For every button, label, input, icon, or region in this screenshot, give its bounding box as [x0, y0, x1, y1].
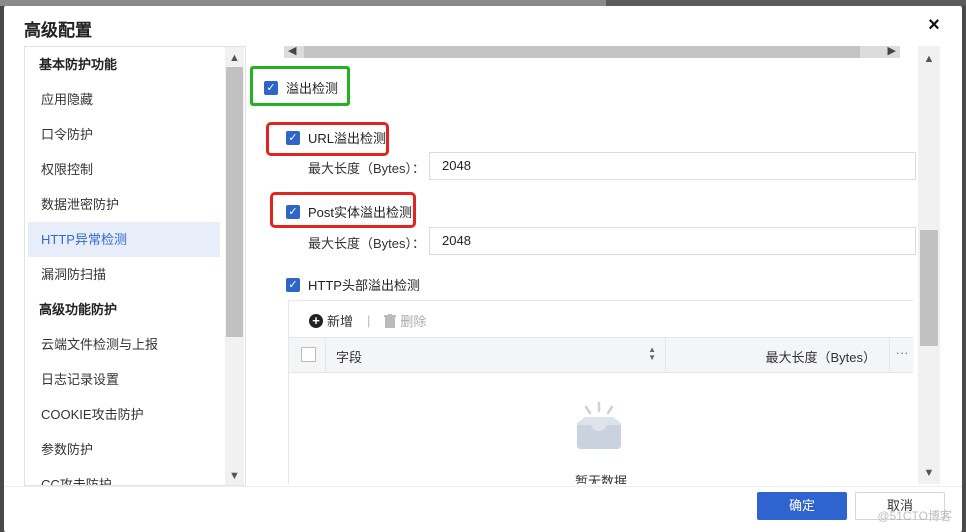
column-max-length-label: 最大长度（Bytes）: [765, 350, 876, 365]
sidebar-item-cookie[interactable]: COOKIE攻击防护: [25, 397, 223, 432]
sort-icon[interactable]: ▲ ▼: [648, 346, 656, 362]
horizontal-scrollbar[interactable]: ◀ ▶: [284, 46, 900, 58]
sidebar-group-basic: 基本防护功能: [39, 57, 118, 72]
sidebar-item-log[interactable]: 日志记录设置: [25, 362, 223, 397]
post-check-row[interactable]: ✓ Post实体溢出检测: [286, 202, 412, 221]
post-max-length-label: 最大长度（Bytes）：: [308, 236, 426, 251]
main-panel: ◀ ▶ ✓ 溢出检测 ✓ URL溢出检测 最大长度（Bytes）： 2048 ✓…: [246, 46, 916, 484]
scroll-up-icon[interactable]: ▲: [225, 49, 244, 67]
sidebar-scroll-thumb[interactable]: [226, 67, 243, 337]
scroll-down-icon[interactable]: ▼: [918, 464, 940, 482]
add-button[interactable]: 新增: [327, 311, 353, 330]
horizontal-scroll-thumb[interactable]: [304, 46, 860, 58]
sidebar-item-password[interactable]: 口令防护: [25, 117, 223, 152]
sidebar-item-param[interactable]: 参数防护: [25, 432, 223, 467]
dialog-title: 高级配置: [24, 21, 92, 40]
table-toolbar: + 新增 | 删除: [309, 311, 426, 330]
checkbox-checked-icon[interactable]: ✓: [264, 80, 278, 95]
table-header: 字段 ▲ ▼ 最大长度（Bytes） ···: [289, 337, 913, 373]
column-field-label: 字段: [336, 350, 363, 365]
header-check-row[interactable]: ✓ HTTP头部溢出检测: [286, 275, 420, 294]
post-max-length-input[interactable]: 2048: [429, 227, 916, 255]
sidebar-list: 基本防护功能 应用隐藏 口令防护 权限控制 数据泄密防护 HTTP异常检测 漏洞…: [25, 47, 223, 485]
sidebar-item-cloud-file[interactable]: 云端文件检测与上报: [25, 327, 223, 362]
url-check-row[interactable]: ✓ URL溢出检测: [286, 128, 386, 147]
trash-icon: [384, 313, 397, 328]
ok-button[interactable]: 确定: [757, 492, 847, 520]
url-check-label: URL溢出检测: [308, 131, 387, 146]
add-icon[interactable]: +: [309, 313, 323, 328]
sidebar-item-app-hide[interactable]: 应用隐藏: [25, 82, 223, 117]
checkbox-checked-icon[interactable]: ✓: [286, 277, 300, 292]
column-field[interactable]: 字段 ▲ ▼: [325, 338, 666, 372]
empty-inbox-icon: [577, 401, 621, 449]
sidebar-item-vuln-scan[interactable]: 漏洞防扫描: [25, 257, 223, 292]
checkbox-checked-icon[interactable]: ✓: [286, 130, 300, 145]
select-all-checkbox[interactable]: [301, 347, 316, 362]
header-rules-table: + 新增 | 删除 字段 ▲ ▼ 最大长度（Bytes） ··· 暂无数据: [288, 300, 913, 484]
column-max-length: 最大长度（Bytes）: [665, 338, 890, 372]
post-check-label: Post实体溢出检测: [308, 205, 413, 220]
advanced-config-dialog: 高级配置 × 基本防护功能 应用隐藏 口令防护 权限控制 数据泄密防护 HTTP…: [4, 6, 962, 532]
main-scroll-thumb[interactable]: [920, 230, 938, 346]
sidebar-item-cc[interactable]: CC攻击防护: [25, 467, 223, 485]
column-more-icon[interactable]: ···: [889, 338, 914, 372]
header-check-label: HTTP头部溢出检测: [308, 278, 420, 293]
url-max-length-input[interactable]: 2048: [429, 152, 916, 180]
sidebar-scrollbar[interactable]: ▲ ▼: [225, 47, 244, 485]
scroll-down-icon[interactable]: ▼: [225, 467, 244, 485]
scroll-left-icon[interactable]: ◀: [288, 46, 296, 57]
main-scrollbar[interactable]: ▲ ▼: [918, 46, 940, 484]
overflow-check-label: 溢出检测: [286, 81, 339, 96]
scroll-right-icon[interactable]: ▶: [888, 46, 896, 57]
delete-button[interactable]: 删除: [400, 311, 426, 330]
sidebar-group-advanced: 高级功能防护: [39, 302, 118, 317]
sidebar-item-data-leak[interactable]: 数据泄密防护: [25, 187, 223, 222]
sidebar-item-http-anomaly[interactable]: HTTP异常检测: [28, 222, 220, 257]
empty-state-text: 暂无数据: [574, 474, 627, 484]
scroll-up-icon[interactable]: ▲: [918, 50, 940, 68]
checkbox-checked-icon[interactable]: ✓: [286, 204, 300, 219]
close-icon[interactable]: ×: [924, 15, 944, 35]
overflow-check-row[interactable]: ✓ 溢出检测: [264, 78, 338, 97]
toolbar-separator: |: [367, 313, 371, 328]
sidebar-item-permission[interactable]: 权限控制: [25, 152, 223, 187]
sidebar: 基本防护功能 应用隐藏 口令防护 权限控制 数据泄密防护 HTTP异常检测 漏洞…: [24, 46, 246, 486]
url-max-length-label: 最大长度（Bytes）：: [308, 161, 426, 176]
footer-divider: [4, 486, 962, 487]
watermark: @51CTO博客: [877, 509, 952, 523]
